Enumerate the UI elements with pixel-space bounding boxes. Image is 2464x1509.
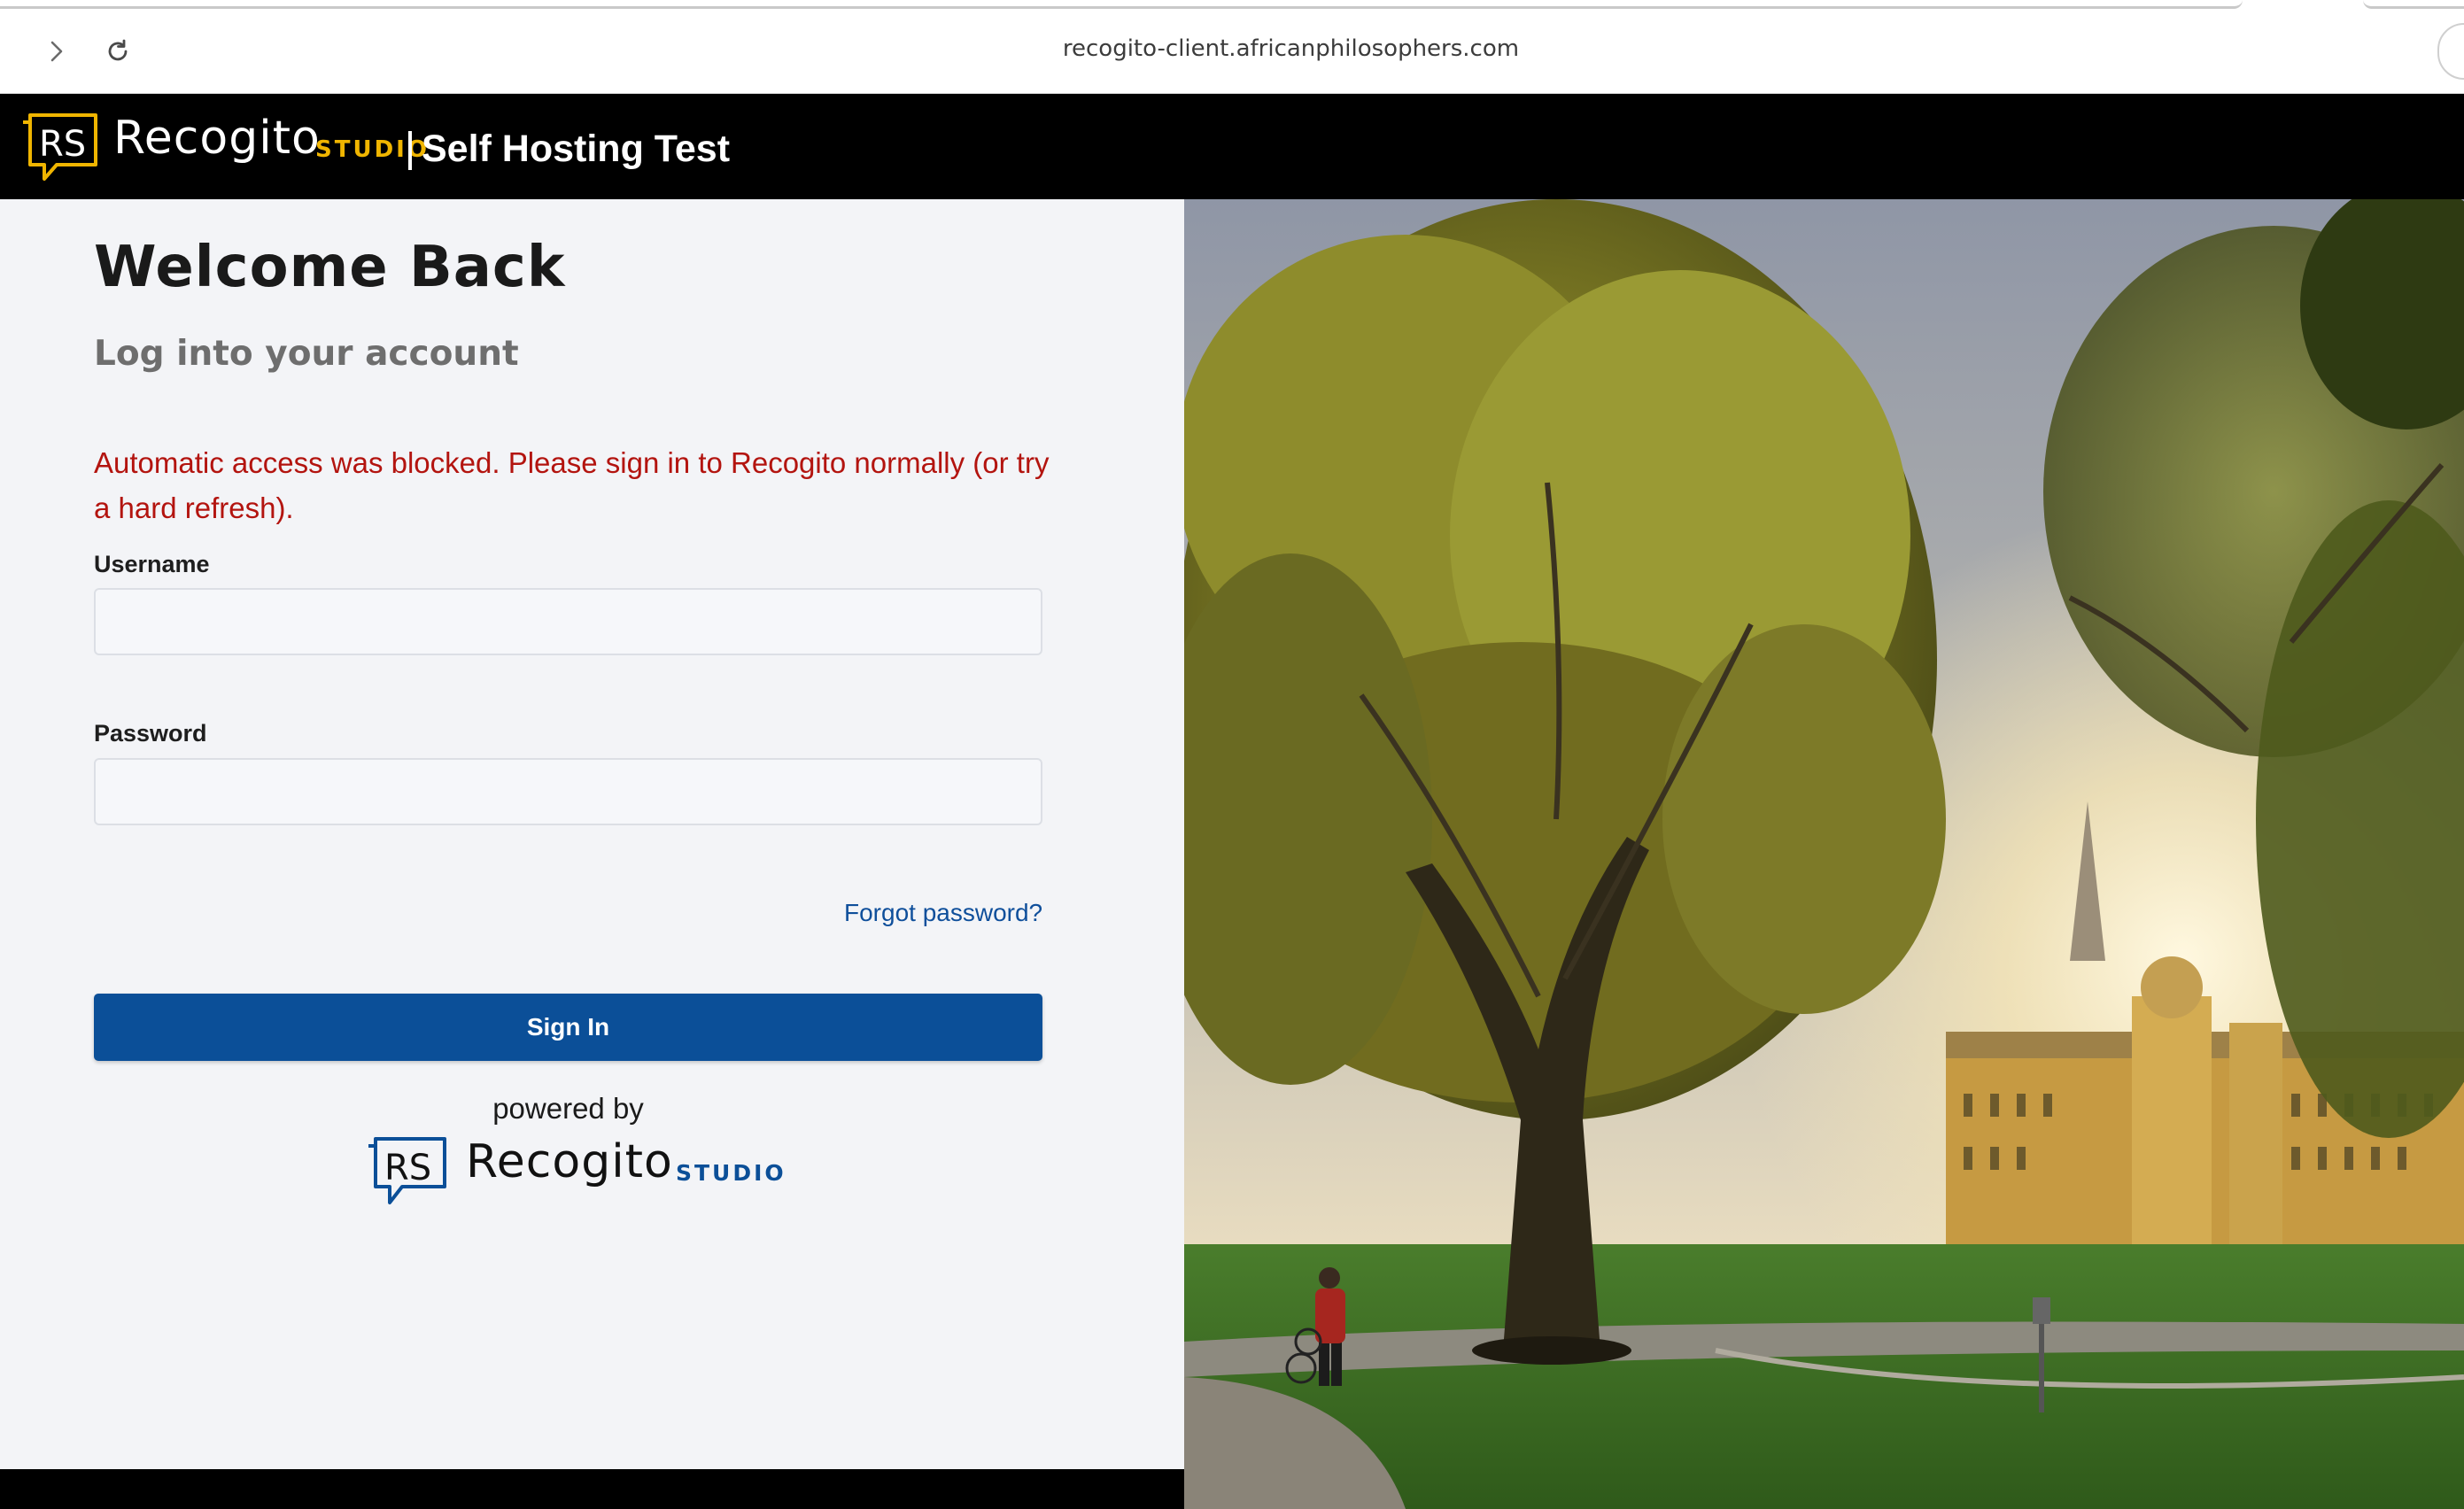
password-label: Password xyxy=(94,720,207,747)
error-message: Automatic access was blocked. Please sig… xyxy=(94,446,1050,524)
tab-strip-right xyxy=(2363,0,2464,9)
sign-in-button[interactable]: Sign In xyxy=(94,994,1042,1061)
page-subtitle: Log into your account xyxy=(94,334,519,374)
browser-toolbar: recogito-client.africanphilosophers.com xyxy=(0,0,2464,94)
profile-button-edge[interactable] xyxy=(2437,23,2464,80)
username-label: Username xyxy=(94,551,210,577)
tab-strip xyxy=(0,0,2243,9)
recogito-studio-logo-icon: RS xyxy=(23,113,97,181)
recogito-studio-footer-logo-icon: RS xyxy=(368,1137,446,1204)
header-divider xyxy=(408,131,412,170)
header-studio-label: STUDIO xyxy=(315,136,430,163)
footer-bar xyxy=(0,1469,1184,1509)
footer-brand-name: Recogito xyxy=(466,1135,673,1188)
footer-logo-letters: RS xyxy=(384,1148,431,1188)
page-title: Welcome Back xyxy=(94,235,566,300)
park-scene-image xyxy=(1184,199,2464,1509)
logo-letters: RS xyxy=(39,124,86,165)
header-brand-name: Recogito xyxy=(113,112,321,165)
footer-studio-label: STUDIO xyxy=(676,1160,786,1186)
forgot-password-link[interactable]: Forgot password? xyxy=(844,899,1042,927)
password-input[interactable] xyxy=(94,758,1042,825)
address-bar-url[interactable]: recogito-client.africanphilosophers.com xyxy=(0,35,2464,62)
hero-photo xyxy=(1184,199,2464,1509)
username-input[interactable] xyxy=(94,588,1042,655)
app-header: RS Recogito STUDIO Self Hosting Test xyxy=(0,94,2464,199)
site-title: Self Hosting Test xyxy=(422,128,731,170)
powered-by-text: powered by xyxy=(492,1092,644,1125)
login-panel: Welcome Back Log into your account Autom… xyxy=(0,199,1184,1469)
